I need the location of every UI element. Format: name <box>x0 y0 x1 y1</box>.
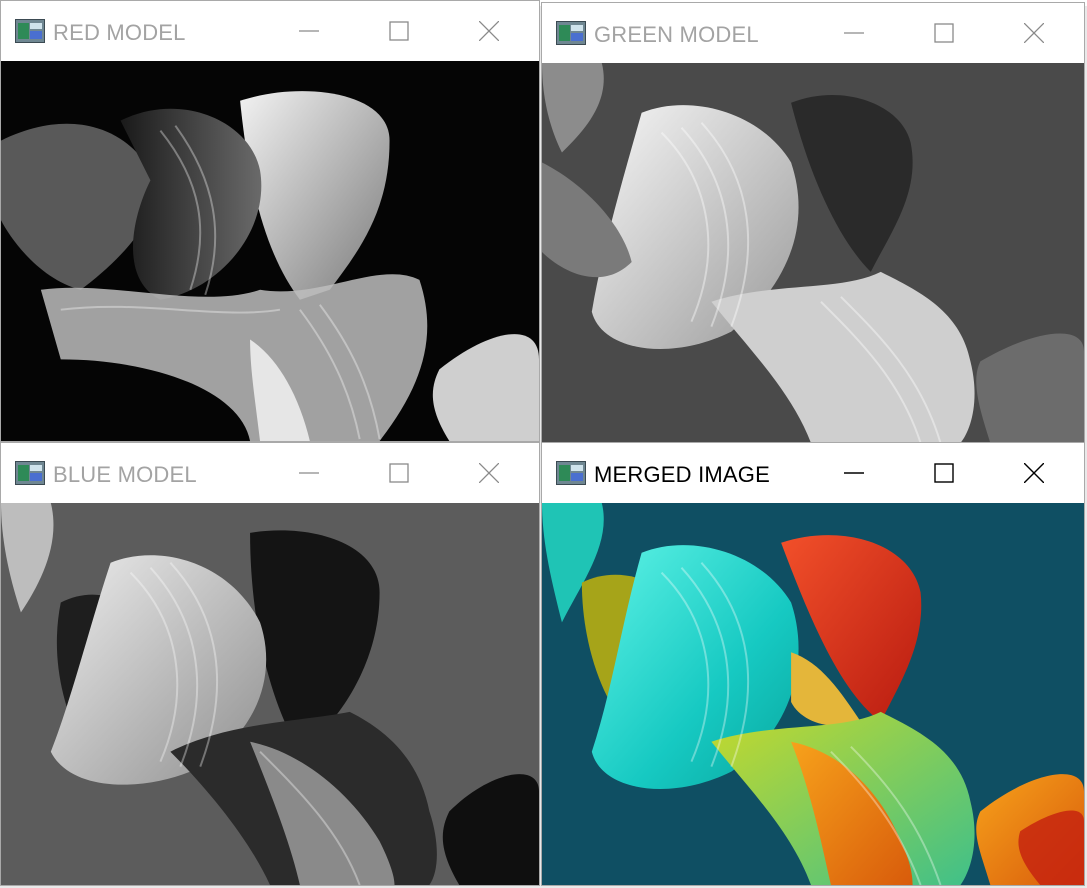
titlebar[interactable]: GREEN MODEL <box>542 3 1084 63</box>
window-title: GREEN MODEL <box>594 22 759 47</box>
opencv-window-icon <box>15 461 45 485</box>
red-channel-image <box>1 61 539 441</box>
close-button[interactable] <box>1012 453 1056 493</box>
maximize-button[interactable] <box>922 453 966 493</box>
red-model-window[interactable]: RED MODEL <box>0 0 540 442</box>
merged-color-image <box>542 503 1084 885</box>
maximize-button[interactable] <box>377 453 421 493</box>
minimize-icon <box>299 472 319 474</box>
minimize-button[interactable] <box>832 453 876 493</box>
maximize-icon <box>389 21 409 41</box>
maximize-icon <box>934 463 954 483</box>
blue-model-window[interactable]: BLUE MODEL <box>0 442 540 886</box>
maximize-button[interactable] <box>377 11 421 51</box>
close-button[interactable] <box>1012 13 1056 53</box>
minimize-button[interactable] <box>287 11 331 51</box>
opencv-window-icon <box>556 21 586 45</box>
close-icon <box>1024 23 1044 43</box>
window-title: RED MODEL <box>53 20 186 45</box>
minimize-icon <box>844 32 864 34</box>
window-title: BLUE MODEL <box>53 462 197 487</box>
opencv-window-icon <box>556 461 586 485</box>
minimize-icon <box>299 30 319 32</box>
maximize-button[interactable] <box>922 13 966 53</box>
green-channel-image <box>542 63 1084 443</box>
close-icon <box>1024 463 1044 483</box>
titlebar[interactable]: BLUE MODEL <box>1 443 539 503</box>
green-model-window[interactable]: GREEN MODEL <box>541 2 1085 444</box>
titlebar[interactable]: RED MODEL <box>1 1 539 61</box>
minimize-icon <box>844 472 864 474</box>
blue-channel-image <box>1 503 539 885</box>
merged-image-window[interactable]: MERGED IMAGE <box>541 442 1085 886</box>
minimize-button[interactable] <box>287 453 331 493</box>
close-button[interactable] <box>467 453 511 493</box>
titlebar[interactable]: MERGED IMAGE <box>542 443 1084 503</box>
close-icon <box>479 21 499 41</box>
close-icon <box>479 463 499 483</box>
maximize-icon <box>934 23 954 43</box>
minimize-button[interactable] <box>832 13 876 53</box>
opencv-window-icon <box>15 19 45 43</box>
window-title: MERGED IMAGE <box>594 462 770 487</box>
close-button[interactable] <box>467 11 511 51</box>
maximize-icon <box>389 463 409 483</box>
